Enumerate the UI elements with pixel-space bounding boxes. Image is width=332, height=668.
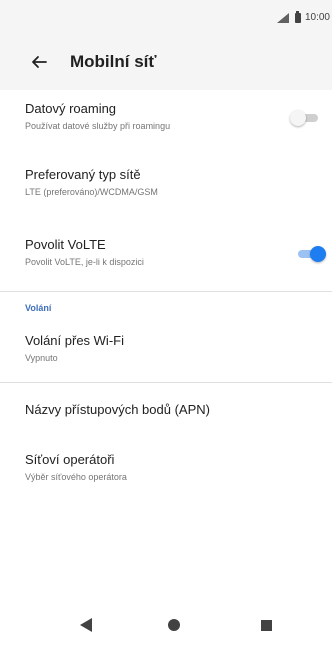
setting-subtitle: LTE (preferováno)/WCDMA/GSM — [25, 187, 158, 197]
setting-network-operators[interactable]: Síťoví operátoři Výběr síťového operátor… — [25, 452, 315, 483]
setting-subtitle: Používat datové služby při roamingu — [25, 121, 171, 131]
back-button[interactable] — [14, 34, 64, 90]
nav-home-icon[interactable] — [168, 619, 180, 631]
section-header-calling: Volání — [25, 303, 52, 313]
setting-title: Datový roaming — [25, 101, 117, 116]
battery-icon — [294, 10, 301, 23]
section-divider — [0, 382, 332, 383]
page-title: Mobilní síť — [70, 52, 157, 71]
status-bar: 10:00 — [0, 0, 332, 34]
setting-volte[interactable]: Povolit VoLTE Povolit VoLTE, je-li k dis… — [25, 237, 315, 268]
section-divider — [0, 291, 332, 292]
navigation-bar — [0, 596, 332, 668]
setting-data-roaming[interactable]: Datový roaming Používat datové služby př… — [25, 101, 315, 132]
setting-title: Preferovaný typ sítě — [25, 167, 141, 182]
nav-back-icon[interactable] — [80, 618, 92, 632]
setting-title: Povolit VoLTE — [25, 237, 106, 252]
setting-preferred-network[interactable]: Preferovaný typ sítě LTE (preferováno)/W… — [25, 167, 315, 198]
setting-title: Volání přes Wi-Fi — [25, 333, 124, 348]
setting-subtitle: Výběr síťového operátora — [25, 472, 127, 482]
setting-subtitle: Vypnuto — [25, 353, 58, 363]
setting-wifi-calling[interactable]: Volání přes Wi-Fi Vypnuto — [25, 333, 315, 364]
switch-thumb — [290, 110, 306, 126]
status-time: 10:00 — [304, 12, 330, 23]
app-toolbar: Mobilní síť — [0, 34, 332, 90]
status-icons: 10:00 — [276, 10, 330, 23]
signal-icon — [276, 12, 291, 23]
nav-recent-apps-icon[interactable] — [261, 620, 272, 631]
setting-title: Názvy přístupových bodů (APN) — [25, 402, 210, 417]
setting-apn[interactable]: Názvy přístupových bodů (APN) — [25, 402, 315, 418]
volte-switch[interactable] — [298, 246, 326, 262]
setting-subtitle: Povolit VoLTE, je-li k dispozici — [25, 257, 144, 267]
switch-thumb — [310, 246, 326, 262]
arrow-back-icon — [32, 56, 47, 68]
data-roaming-switch[interactable] — [290, 110, 318, 126]
setting-title: Síťoví operátoři — [25, 452, 115, 467]
